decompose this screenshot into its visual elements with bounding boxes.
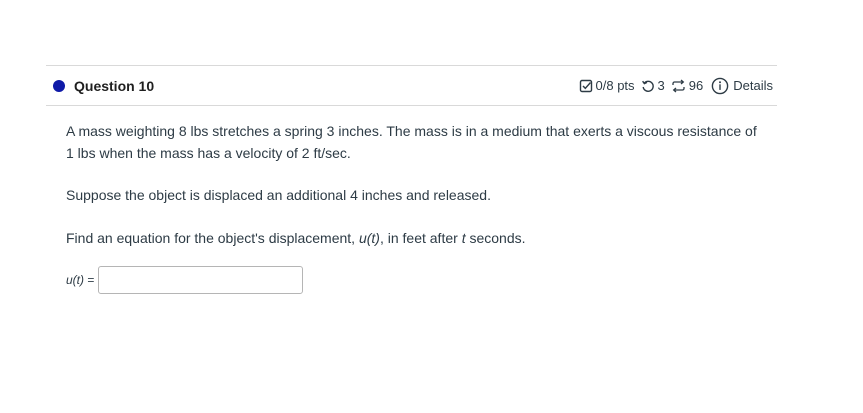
points-text: 0/8 pts <box>595 78 635 93</box>
question-status-dot <box>53 79 65 92</box>
paragraph3-var-ut: u(t) <box>358 230 380 246</box>
answer-label-var: u(t) <box>66 273 84 287</box>
points-meta: 0/8 pts <box>579 78 635 93</box>
question-paragraph-1: A mass weighting 8 lbs stretches a sprin… <box>66 123 757 161</box>
question-paragraph-2: Suppose the object is displaced an addit… <box>66 187 491 203</box>
question-header: Question 10 0/8 pts 3 96 Details <box>46 66 777 106</box>
paragraph3-suffix: seconds. <box>465 230 526 246</box>
retries-meta: 3 <box>641 78 665 93</box>
submissions-meta: 96 <box>671 78 703 93</box>
details-button[interactable]: Details <box>711 77 773 95</box>
info-icon <box>711 77 729 94</box>
checkbox-icon <box>579 79 592 92</box>
answer-label-eq: = <box>84 273 95 287</box>
question-paragraph-3: Find an equation for the object's displa… <box>66 227 766 249</box>
answer-input[interactable] <box>98 266 304 294</box>
question-page: Question 10 0/8 pts 3 96 Details A mass … <box>0 0 863 413</box>
paragraph3-prefix: Find an equation for the object's displa… <box>66 230 359 246</box>
question-title: Question 10 <box>74 77 155 94</box>
question-header-left: Question 10 <box>46 78 154 94</box>
question-body: A mass weighting 8 lbs stretches a sprin… <box>66 120 766 294</box>
submissions-text: 96 <box>688 78 704 93</box>
paragraph3-middle: , in feet after <box>379 230 462 246</box>
retries-text: 3 <box>657 78 665 93</box>
retry-icon <box>641 80 654 92</box>
answer-label: u(t) = <box>66 269 94 291</box>
question-meta: 0/8 pts 3 96 Details <box>573 77 773 95</box>
answer-row: u(t) = <box>66 266 766 294</box>
details-label[interactable]: Details <box>733 78 773 93</box>
submissions-icon <box>672 79 685 92</box>
